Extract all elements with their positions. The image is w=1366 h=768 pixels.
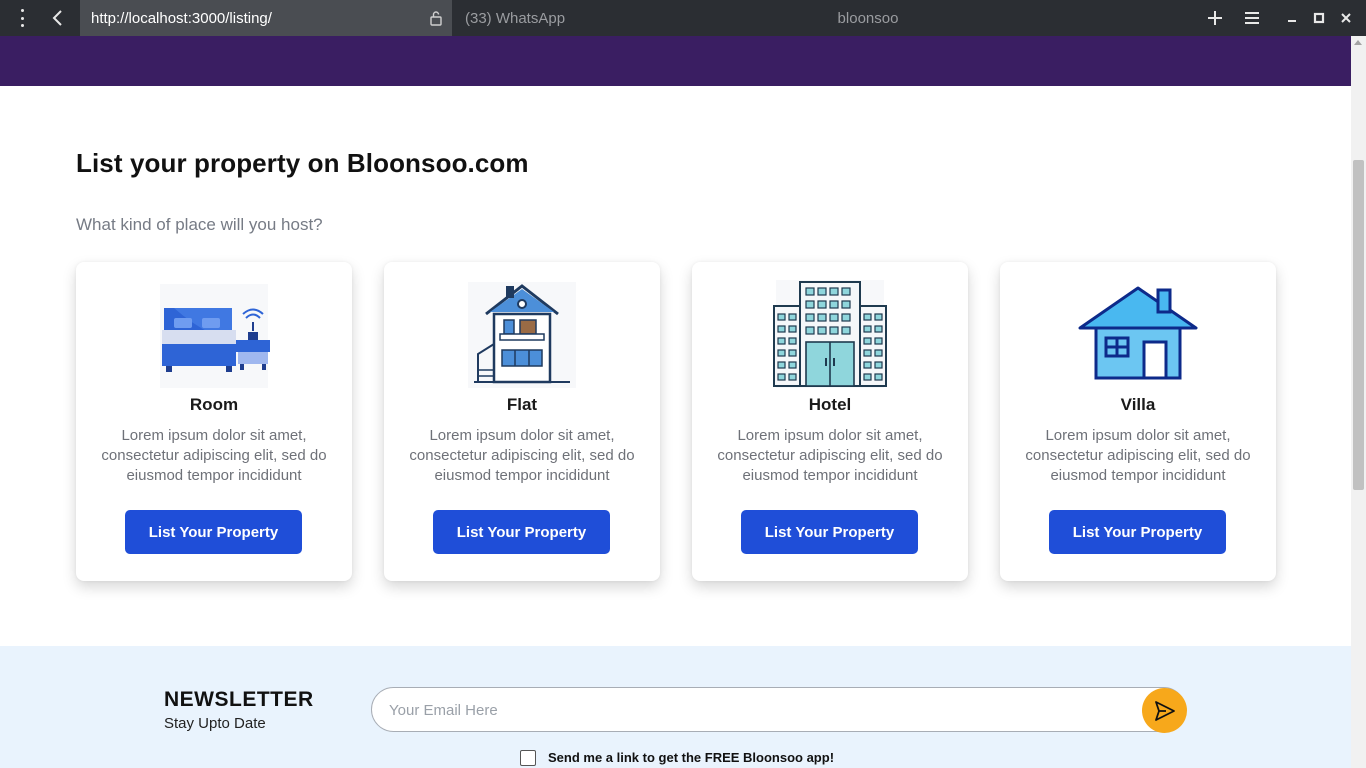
page-subtitle: What kind of place will you host?	[76, 215, 323, 234]
hotel-building-icon	[773, 280, 887, 388]
list-property-button-room[interactable]: List Your Property	[125, 510, 302, 554]
send-icon	[1154, 700, 1175, 721]
app-link-checkbox-label[interactable]: Send me a link to get the FREE Bloonsoo …	[548, 750, 834, 765]
card-description: Lorem ipsum dolor sit amet, consectetur …	[409, 427, 635, 484]
address-bar[interactable]: http://localhost:3000/listing/	[80, 0, 452, 36]
browser-toolbar: http://localhost:3000/listing/ (33) What…	[0, 0, 1366, 36]
flat-building-icon	[468, 282, 576, 388]
scroll-up-icon[interactable]	[1354, 40, 1362, 45]
close-icon[interactable]	[1336, 8, 1356, 28]
maximize-icon[interactable]	[1309, 8, 1329, 28]
minimize-icon[interactable]	[1282, 8, 1302, 28]
new-tab-icon[interactable]	[1205, 8, 1225, 28]
card-title: Villa	[1120, 395, 1156, 414]
card-description: Lorem ipsum dolor sit amet, consectetur …	[717, 427, 943, 484]
tab-whatsapp[interactable]: (33) WhatsApp	[465, 10, 565, 27]
newsletter-section: NEWSLETTER Stay Upto Date Your Email Her…	[0, 646, 1351, 768]
newsletter-subtitle: Stay Upto Date	[164, 715, 266, 732]
card-title: Room	[189, 395, 239, 414]
app-link-checkbox[interactable]	[520, 750, 536, 766]
menu-icon[interactable]	[14, 9, 30, 27]
list-property-button-flat[interactable]: List Your Property	[433, 510, 610, 554]
lock-icon	[430, 11, 442, 26]
property-card-hotel: Hotel Lorem ipsum dolor sit amet, consec…	[692, 262, 968, 581]
email-input[interactable]: Your Email Here	[371, 687, 1186, 732]
villa-house-icon	[1078, 286, 1198, 380]
property-card-flat: Flat Lorem ipsum dolor sit amet, consect…	[384, 262, 660, 581]
site-header	[0, 36, 1351, 86]
send-button[interactable]	[1142, 688, 1187, 733]
url-text[interactable]: http://localhost:3000/listing/	[91, 10, 272, 27]
scrollbar-thumb[interactable]	[1353, 160, 1364, 490]
list-property-button-hotel[interactable]: List Your Property	[741, 510, 918, 554]
bedroom-icon	[160, 284, 270, 388]
card-title: Hotel	[808, 395, 852, 414]
page-title: List your property on Bloonsoo.com	[76, 148, 529, 178]
property-card-room: Room Lorem ipsum dolor sit amet, consect…	[76, 262, 352, 581]
page-scrollbar[interactable]	[1351, 36, 1366, 768]
hamburger-icon[interactable]	[1242, 8, 1262, 28]
email-placeholder: Your Email Here	[389, 702, 498, 719]
card-title: Flat	[506, 395, 538, 414]
list-property-button-villa[interactable]: List Your Property	[1049, 510, 1226, 554]
property-card-villa: Villa Lorem ipsum dolor sit amet, consec…	[1000, 262, 1276, 581]
card-description: Lorem ipsum dolor sit amet, consectetur …	[1025, 427, 1251, 484]
newsletter-title: NEWSLETTER	[164, 688, 314, 711]
card-description: Lorem ipsum dolor sit amet, consectetur …	[101, 427, 327, 484]
back-icon[interactable]	[48, 8, 68, 28]
